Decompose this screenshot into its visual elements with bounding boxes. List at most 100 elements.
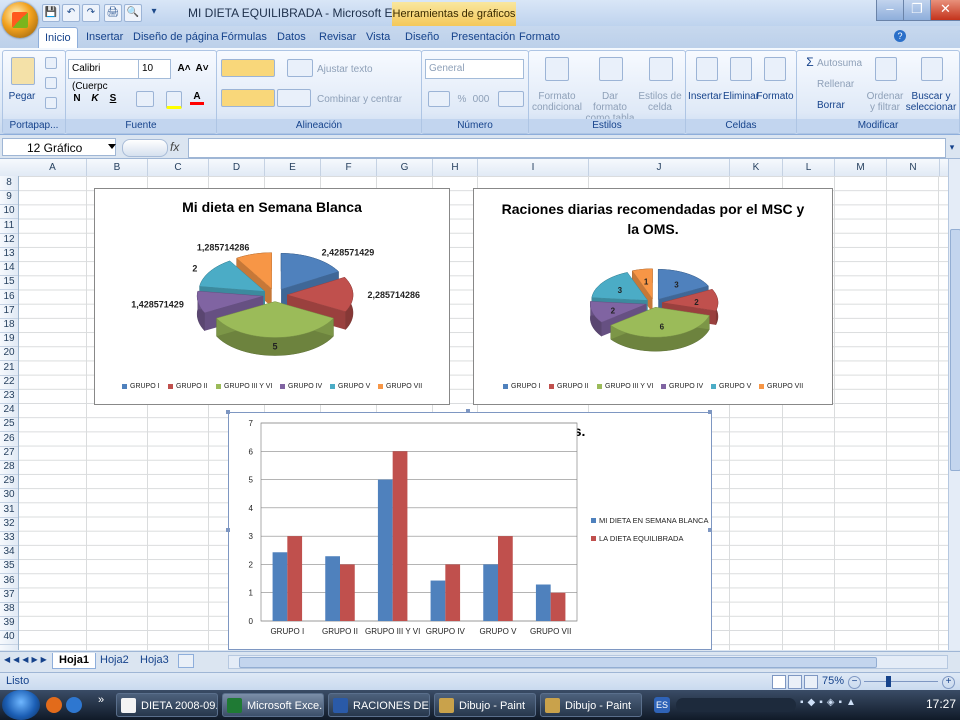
tab-formato[interactable]: Formato bbox=[513, 27, 566, 47]
sort-filter-icon[interactable] bbox=[875, 57, 897, 81]
formula-input[interactable] bbox=[188, 138, 946, 158]
quicklaunch-icon[interactable] bbox=[66, 697, 82, 713]
tab-formulas[interactable]: Fórmulas bbox=[215, 27, 273, 47]
row-header[interactable]: 28 bbox=[0, 460, 18, 475]
language-indicator[interactable]: ES bbox=[654, 697, 670, 713]
formula-expand-button[interactable] bbox=[122, 139, 168, 157]
row-header[interactable]: 22 bbox=[0, 375, 18, 390]
row-header[interactable]: 25 bbox=[0, 417, 18, 433]
save-icon[interactable]: 💾 bbox=[42, 4, 60, 22]
row-header[interactable]: 10 bbox=[0, 204, 18, 220]
pie-chart-mi-dieta[interactable]: Mi dieta en Semana Blanca 1,285714286 2,4… bbox=[94, 188, 450, 405]
taskbar-item[interactable]: Dibujo - Paint bbox=[434, 693, 536, 717]
fill-button[interactable]: Rellenar bbox=[817, 79, 865, 90]
row-header[interactable]: 27 bbox=[0, 446, 18, 461]
minimize-button[interactable]: – bbox=[876, 0, 904, 21]
zoom-slider[interactable] bbox=[864, 681, 938, 682]
number-format-select[interactable]: General bbox=[425, 59, 524, 79]
start-button[interactable] bbox=[2, 690, 40, 720]
row-header[interactable]: 15 bbox=[0, 275, 18, 291]
help-icon[interactable]: ? bbox=[894, 30, 906, 42]
font-color-icon[interactable]: A bbox=[190, 91, 204, 105]
bar[interactable] bbox=[272, 552, 288, 621]
taskbar-item[interactable]: RACIONES DE ... bbox=[328, 693, 430, 717]
row-header[interactable]: 23 bbox=[0, 389, 18, 404]
tab-vista[interactable]: Vista bbox=[360, 27, 396, 47]
sheet-nav-icon[interactable]: ◀◀◀▶▶ bbox=[4, 655, 52, 667]
copy-icon[interactable] bbox=[45, 77, 57, 89]
paste-icon[interactable] bbox=[11, 57, 35, 85]
row-header[interactable]: 26 bbox=[0, 432, 18, 447]
row-header[interactable]: 38 bbox=[0, 602, 18, 617]
column-header[interactable]: F bbox=[321, 159, 377, 176]
quicklaunch-icon[interactable] bbox=[46, 697, 62, 713]
zoom-in-icon[interactable]: + bbox=[942, 676, 955, 689]
taskbar-item[interactable]: Microsoft Exce... bbox=[222, 693, 324, 717]
sort-filter-button[interactable]: Ordenar y filtrar bbox=[863, 91, 907, 113]
merge-center-button[interactable]: Combinar y centrar bbox=[317, 94, 421, 105]
find-select-icon[interactable] bbox=[921, 57, 943, 81]
cut-icon[interactable] bbox=[45, 57, 57, 69]
zoom-out-icon[interactable]: − bbox=[848, 676, 861, 689]
bold-button[interactable]: N bbox=[70, 93, 84, 104]
bar[interactable] bbox=[325, 556, 340, 621]
tab-presentacion[interactable]: Presentación bbox=[445, 27, 521, 47]
quicklaunch-expand-icon[interactable]: » bbox=[98, 694, 104, 706]
row-header[interactable]: 16 bbox=[0, 290, 18, 305]
row-header[interactable]: 37 bbox=[0, 588, 18, 603]
row-header[interactable]: 29 bbox=[0, 474, 18, 490]
sheet-tab-hoja2[interactable]: Hoja2 bbox=[94, 653, 135, 668]
thousands-button[interactable]: 000 bbox=[472, 94, 490, 105]
row-header[interactable]: 17 bbox=[0, 304, 18, 319]
fill-color-icon[interactable] bbox=[166, 91, 182, 109]
indent-icon[interactable] bbox=[277, 89, 311, 107]
chart-resize-handle[interactable] bbox=[708, 410, 712, 414]
italic-button[interactable]: K bbox=[88, 93, 102, 104]
zoom-level[interactable]: 75% bbox=[822, 675, 844, 687]
preview-icon[interactable]: 🔍 bbox=[124, 4, 142, 22]
table-format-icon[interactable] bbox=[599, 57, 623, 81]
chart-resize-handle[interactable] bbox=[466, 409, 470, 413]
row-header[interactable]: 33 bbox=[0, 531, 18, 546]
close-button[interactable]: ✕ bbox=[930, 0, 960, 21]
bar[interactable] bbox=[377, 479, 393, 621]
row-header[interactable]: 32 bbox=[0, 517, 18, 532]
redo-icon[interactable]: ↷ bbox=[82, 4, 100, 22]
row-header[interactable]: 13 bbox=[0, 247, 18, 262]
row-header[interactable]: 12 bbox=[0, 233, 18, 248]
column-header[interactable]: C bbox=[148, 159, 209, 176]
clear-button[interactable]: Borrar bbox=[817, 100, 865, 111]
column-header[interactable]: G bbox=[377, 159, 433, 176]
row-header[interactable]: 14 bbox=[0, 261, 18, 277]
bar[interactable] bbox=[535, 584, 551, 621]
delete-button[interactable]: Eliminar bbox=[722, 91, 760, 102]
row-header[interactable]: 8 bbox=[0, 176, 18, 191]
row-header[interactable]: 24 bbox=[0, 403, 18, 419]
insert-cells-icon[interactable] bbox=[696, 57, 718, 81]
cell-styles-button[interactable]: Estilos de celda bbox=[637, 91, 683, 113]
system-tray-icons[interactable]: ▪◆▪◈▪▲ bbox=[800, 697, 920, 713]
column-header[interactable]: N bbox=[887, 159, 940, 176]
paste-button[interactable]: Pegar bbox=[7, 91, 37, 102]
pie-chart-raciones[interactable]: Raciones diarias recomendadas por el MSC… bbox=[473, 188, 833, 405]
column-header[interactable]: B bbox=[87, 159, 148, 176]
row-header[interactable]: 40 bbox=[0, 630, 18, 646]
conditional-format-button[interactable]: Formato condicional bbox=[531, 91, 583, 113]
bar[interactable] bbox=[550, 592, 566, 621]
row-header[interactable]: 9 bbox=[0, 190, 18, 206]
column-header[interactable]: M bbox=[835, 159, 887, 176]
taskbar-item[interactable]: DIETA 2008-09.... bbox=[116, 693, 218, 717]
bar[interactable] bbox=[483, 564, 498, 621]
formula-bar-collapse-icon[interactable]: ▾ bbox=[946, 140, 958, 154]
chart-resize-handle[interactable] bbox=[226, 410, 230, 414]
format-button[interactable]: Formato bbox=[756, 91, 794, 102]
font-name-select[interactable]: Calibri (Cuerpc bbox=[68, 59, 139, 92]
media-toolbar[interactable] bbox=[676, 698, 796, 712]
row-header[interactable]: 19 bbox=[0, 332, 18, 348]
row-header[interactable]: 36 bbox=[0, 574, 18, 589]
column-header[interactable]: E bbox=[265, 159, 321, 176]
chart-resize-handle[interactable] bbox=[708, 528, 712, 532]
bar[interactable] bbox=[340, 564, 355, 621]
tab-revisar[interactable]: Revisar bbox=[313, 27, 362, 47]
row-header[interactable]: 31 bbox=[0, 503, 18, 518]
